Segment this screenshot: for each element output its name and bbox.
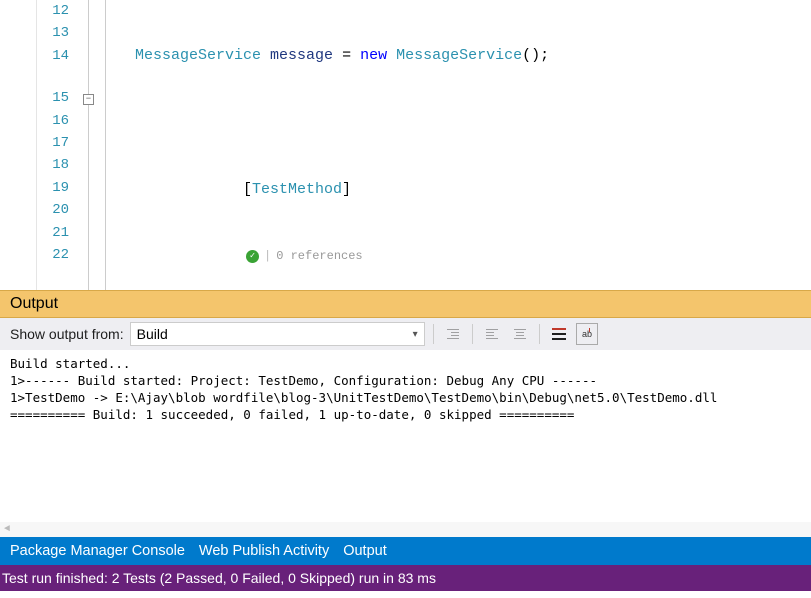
codelens[interactable]: ✓ | 0 references [125, 246, 811, 266]
fold-gutter: − [79, 0, 125, 290]
editor-margin [0, 0, 37, 290]
output-text[interactable]: Build started... 1>------ Build started:… [0, 350, 811, 522]
divider: | [264, 245, 271, 267]
line-number: 16 [37, 110, 69, 132]
indent-right-button[interactable] [481, 323, 503, 345]
code-content[interactable]: MessageService message = new MessageServ… [125, 0, 811, 290]
output-source-value: Build [137, 326, 168, 342]
line-number [37, 67, 69, 87]
line-number: 15 [37, 87, 69, 109]
line-number-gutter: 12 13 14 15 16 17 18 19 20 21 22 [37, 0, 79, 290]
output-toolbar: Show output from: Build ▾ ab [0, 318, 811, 350]
horizontal-scroll[interactable]: ◄ [0, 522, 811, 537]
tab-web-publish[interactable]: Web Publish Activity [199, 543, 329, 559]
chevron-down-icon: ▾ [413, 329, 418, 340]
bracket-guide [88, 0, 89, 290]
codelens-references[interactable]: 0 references [276, 245, 362, 267]
line-number: 20 [37, 199, 69, 221]
line-number: 18 [37, 154, 69, 176]
line-number: 12 [37, 0, 69, 22]
clear-output-button[interactable]: ab [576, 323, 598, 345]
status-bar: Test run finished: 2 Tests (2 Passed, 0 … [0, 565, 811, 591]
show-output-from-label: Show output from: [10, 326, 124, 342]
separator [539, 324, 540, 344]
code-line: MessageService message = new MessageServ… [125, 45, 811, 67]
tab-package-manager[interactable]: Package Manager Console [10, 543, 185, 559]
code-line [125, 112, 811, 134]
line-number: 22 [37, 244, 69, 266]
test-pass-icon: ✓ [246, 250, 259, 263]
bottom-panel-tabs: Package Manager Console Web Publish Acti… [0, 537, 811, 565]
scroll-left-icon: ◄ [4, 524, 10, 535]
tab-output[interactable]: Output [343, 543, 387, 559]
code-editor[interactable]: 12 13 14 15 16 17 18 19 20 21 22 − Messa… [0, 0, 811, 290]
clear-all-button[interactable] [509, 323, 531, 345]
toggle-word-wrap-button[interactable] [548, 323, 570, 345]
line-number: 17 [37, 132, 69, 154]
line-number: 14 [37, 45, 69, 67]
separator [433, 324, 434, 344]
line-number: 13 [37, 22, 69, 44]
output-source-select[interactable]: Build ▾ [130, 322, 425, 346]
bracket-guide [105, 0, 106, 290]
fold-toggle-icon[interactable]: − [83, 94, 94, 105]
separator [472, 324, 473, 344]
status-text: Test run finished: 2 Tests (2 Passed, 0 … [2, 570, 436, 586]
indent-left-button[interactable] [442, 323, 464, 345]
svg-text:ab: ab [582, 329, 592, 339]
code-line: [TestMethod] [125, 179, 811, 201]
line-number: 21 [37, 222, 69, 244]
line-number: 19 [37, 177, 69, 199]
output-panel-title: Output [0, 290, 811, 318]
